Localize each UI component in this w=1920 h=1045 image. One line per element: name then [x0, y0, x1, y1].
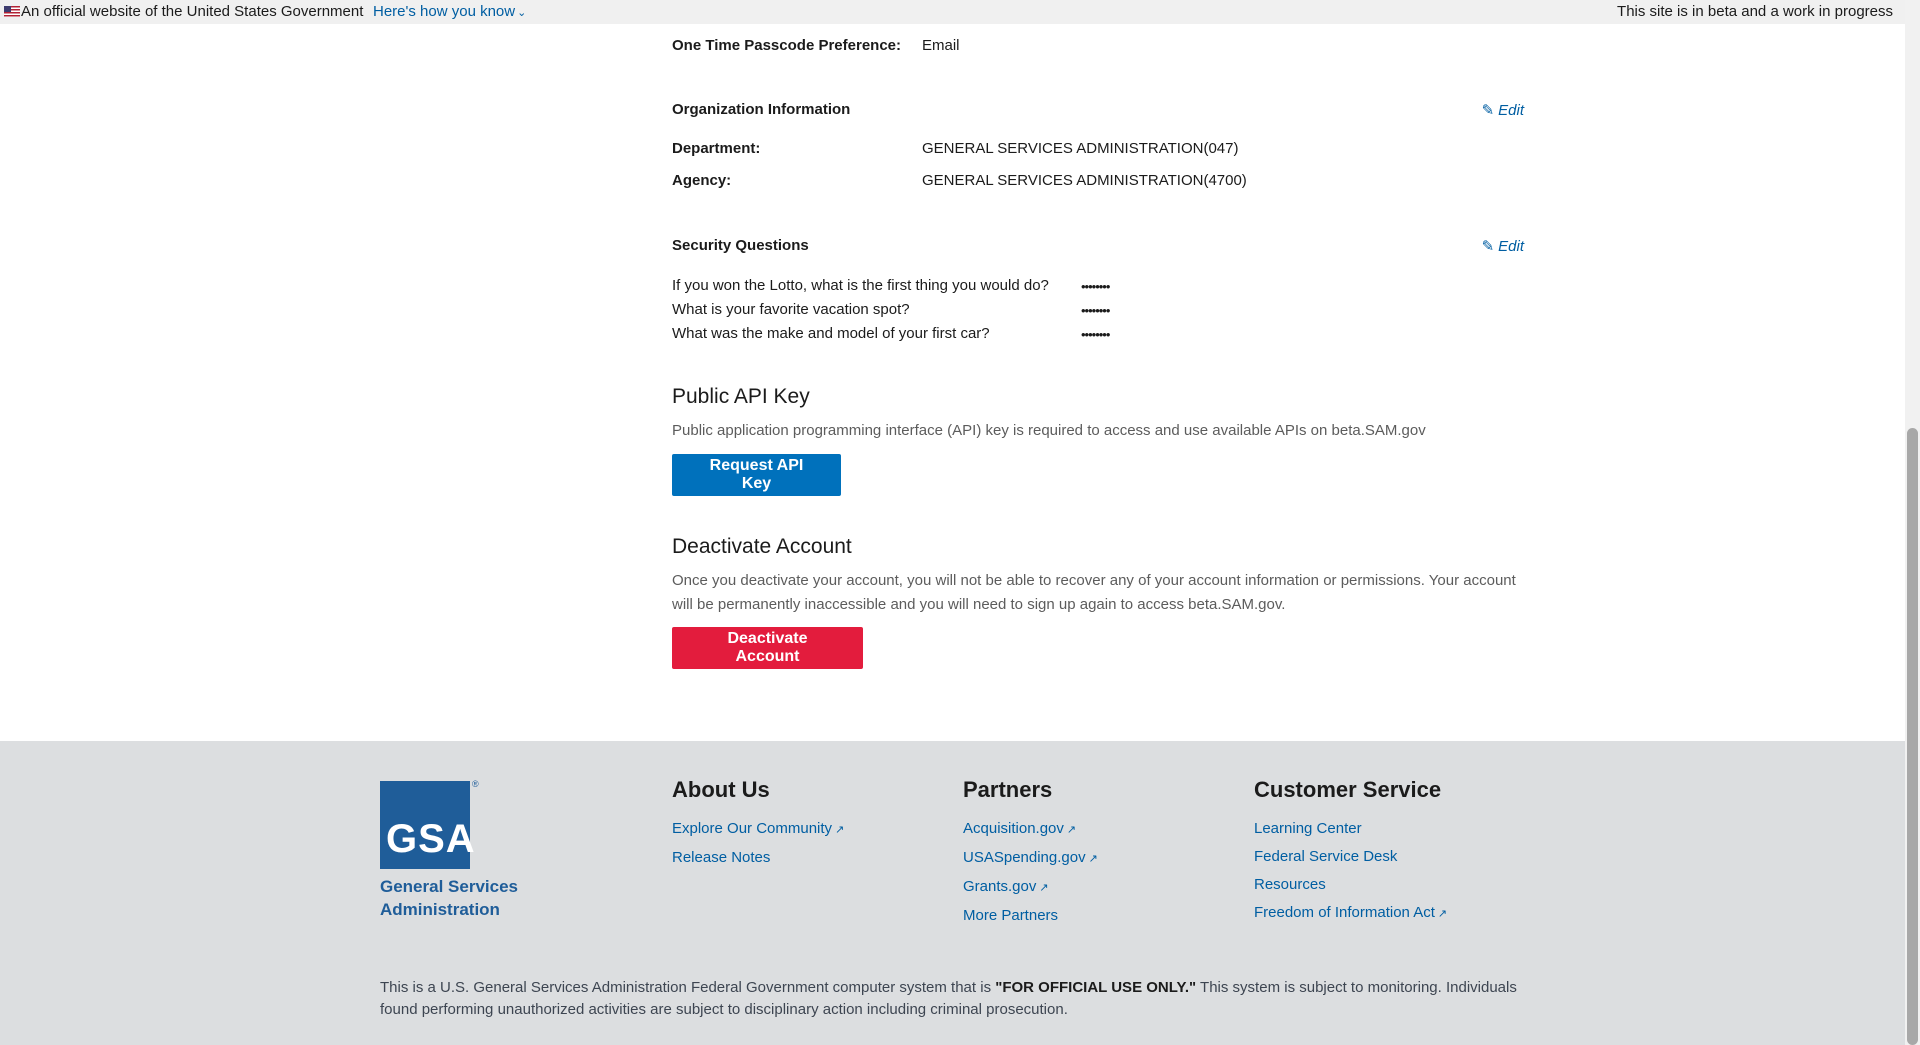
- agency-value: GENERAL SERVICES ADMINISTRATION(4700): [922, 172, 1247, 189]
- external-link-icon: ↗: [1039, 882, 1049, 894]
- deactivate-account-button[interactable]: Deactivate Account: [672, 627, 863, 669]
- pencil-icon: ✎: [1481, 102, 1495, 119]
- site-footer: GSA ® General Services Administration Ab…: [0, 741, 1905, 1045]
- security-question: What was the make and model of your firs…: [672, 325, 990, 342]
- footer-link-resources[interactable]: Resources: [1254, 871, 1447, 899]
- disclaimer-text: This is a U.S. General Services Administ…: [380, 979, 996, 996]
- footer-partners-title: Partners: [963, 777, 1053, 802]
- footer-link-grants[interactable]: Grants.gov ↗: [963, 873, 1098, 902]
- security-answer-masked: ••••••••: [1081, 327, 1110, 342]
- security-question: What is your favorite vacation spot?: [672, 301, 910, 318]
- organization-edit-link[interactable]: ✎ Edit: [1482, 101, 1524, 119]
- footer-link-label: Freedom of Information Act: [1254, 904, 1435, 921]
- department-value: GENERAL SERVICES ADMINISTRATION(047): [922, 140, 1239, 157]
- chevron-down-icon: ⌄: [517, 7, 527, 19]
- footer-about-title: About Us: [672, 777, 770, 802]
- external-link-icon: ↗: [835, 824, 845, 836]
- gsa-name: General Services Administration: [380, 877, 518, 919]
- footer-customer-service-column: Customer Service Learning Center Federal…: [1254, 777, 1447, 928]
- gsa-logo-text: GSA: [386, 817, 476, 861]
- deactivate-heading: Deactivate Account: [672, 535, 852, 558]
- deactivate-description: Once you deactivate your account, you wi…: [672, 572, 1516, 613]
- footer-link-label: Grants.gov: [963, 878, 1037, 895]
- us-flag-icon: [4, 6, 20, 17]
- security-edit-link[interactable]: ✎ Edit: [1482, 237, 1524, 255]
- footer-link-label: Acquisition.gov: [963, 820, 1064, 837]
- gov-banner: An official website of the United States…: [0, 0, 1905, 24]
- security-answer-masked: ••••••••: [1081, 303, 1110, 318]
- department-label: Department:: [672, 140, 761, 157]
- footer-customer-service-title: Customer Service: [1254, 777, 1442, 802]
- registered-mark: ®: [472, 779, 479, 789]
- how-you-know-link[interactable]: Here's how you know ⌄: [373, 0, 526, 25]
- footer-partners-column: Partners Acquisition.gov ↗ USASpending.go…: [963, 777, 1098, 930]
- footer-link-acquisition[interactable]: Acquisition.gov ↗: [963, 815, 1098, 844]
- footer-link-more-partners[interactable]: More Partners: [963, 902, 1098, 930]
- footer-link-release-notes[interactable]: Release Notes: [672, 844, 844, 872]
- footer-disclaimer: This is a U.S. General Services Administ…: [380, 977, 1520, 1021]
- external-link-icon: ↗: [1437, 908, 1448, 920]
- page-scrollbar[interactable]: [1905, 0, 1920, 1045]
- otp-value: Email: [922, 37, 960, 54]
- footer-link-foia[interactable]: Freedom of Information Act ↗: [1254, 899, 1447, 928]
- footer-about-column: About Us Explore Our Community ↗ Release …: [672, 777, 844, 872]
- security-question: If you won the Lotto, what is the first …: [672, 277, 1049, 294]
- external-link-icon: ↗: [1066, 824, 1077, 836]
- otp-label: One Time Passcode Preference:: [672, 37, 901, 54]
- department-row: Department: GENERAL SERVICES ADMINISTRAT…: [672, 140, 1238, 157]
- security-edit-label: Edit: [1498, 238, 1524, 255]
- footer-link-label: USASpending.gov: [963, 849, 1086, 866]
- how-you-know-label: Here's how you know: [373, 3, 516, 20]
- agency-row: Agency: GENERAL SERVICES ADMINISTRATION(…: [672, 172, 1247, 189]
- disclaimer-bold: "FOR OFFICIAL USE ONLY.": [995, 979, 1197, 996]
- otp-preference-row: One Time Passcode Preference: Email: [672, 37, 960, 54]
- footer-link-federal-service-desk[interactable]: Federal Service Desk: [1254, 843, 1447, 871]
- pencil-icon: ✎: [1481, 238, 1495, 255]
- footer-link-learning-center[interactable]: Learning Center: [1254, 815, 1447, 843]
- external-link-icon: ↗: [1088, 853, 1098, 865]
- agency-label: Agency:: [672, 172, 732, 189]
- request-api-key-button[interactable]: Request API Key: [672, 454, 841, 496]
- official-site-text: An official website of the United States…: [21, 3, 364, 20]
- organization-edit-label: Edit: [1498, 102, 1524, 119]
- gsa-logo[interactable]: GSA: [380, 781, 475, 869]
- security-section-title: Security Questions: [672, 237, 809, 254]
- organization-section-title: Organization Information: [672, 101, 851, 118]
- api-key-description: Public application programming interface…: [672, 422, 1426, 439]
- footer-link-label: Explore Our Community: [672, 820, 833, 837]
- scrollbar-thumb[interactable]: [1907, 428, 1918, 1045]
- api-key-heading: Public API Key: [672, 385, 810, 408]
- security-answer-masked: ••••••••: [1081, 279, 1110, 294]
- beta-note: This site is in beta and a work in progr…: [1617, 3, 1893, 20]
- footer-link-usaspending[interactable]: USASpending.gov ↗: [963, 844, 1098, 873]
- footer-link-explore-community[interactable]: Explore Our Community ↗: [672, 815, 844, 844]
